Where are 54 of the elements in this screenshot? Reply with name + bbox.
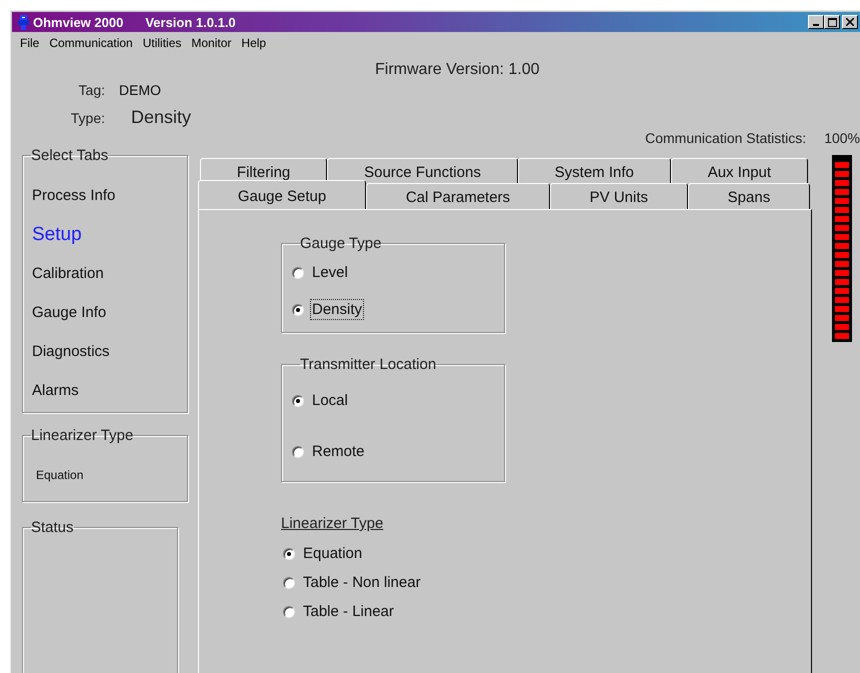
tag-value: DEMO: [119, 82, 161, 98]
tab[interactable]: Gauge Setup: [198, 180, 366, 209]
tab[interactable]: System Info: [518, 158, 671, 184]
close-button[interactable]: [842, 15, 858, 29]
radio-label[interactable]: Local: [310, 390, 350, 411]
tab[interactable]: PV Units: [550, 183, 688, 209]
nav-item[interactable]: Diagnostics: [32, 332, 110, 371]
window-title: Ohmview 2000: [33, 14, 124, 30]
nav-item[interactable]: Process Info: [32, 176, 116, 215]
group-title: Gauge Type: [300, 235, 382, 252]
type-label: Type:: [70, 110, 105, 126]
menu-item[interactable]: Monitor: [186, 36, 236, 50]
group-title: Status: [31, 519, 74, 536]
nav-item[interactable]: Setup: [32, 215, 82, 254]
nav-item[interactable]: Calibration: [32, 254, 104, 293]
radio-button[interactable]: [283, 576, 295, 588]
maximize-icon: [828, 18, 836, 26]
radio-button[interactable]: [292, 304, 304, 316]
radio-button[interactable]: [283, 606, 295, 618]
radio-button[interactable]: [292, 446, 304, 458]
menu-item[interactable]: File: [15, 36, 44, 50]
menu-item[interactable]: Communication: [44, 36, 138, 50]
radio-label[interactable]: Table - Non linear: [301, 572, 423, 593]
minimize-button[interactable]: [808, 15, 824, 29]
radio-label[interactable]: Equation: [301, 543, 364, 564]
tab[interactable]: Aux Input: [670, 158, 808, 184]
version-label: Version 1.0.1.0: [145, 14, 236, 30]
nav-item[interactable]: Alarms: [32, 371, 79, 410]
nav-item[interactable]: Gauge Info: [32, 293, 106, 332]
radio-button[interactable]: [292, 266, 304, 278]
group-title: Transmitter Location: [300, 356, 436, 373]
radio-button[interactable]: [283, 548, 295, 560]
group-title: Select Tabs: [31, 147, 108, 164]
app-icon: [18, 14, 29, 30]
firmware-version: Firmware Version: 1.00: [375, 61, 541, 80]
radio-label[interactable]: Table - Linear: [301, 601, 396, 622]
tab[interactable]: Cal Parameters: [366, 183, 550, 209]
linearizer-value: Equation: [36, 468, 84, 482]
maximize-button[interactable]: [824, 15, 840, 29]
radio-label[interactable]: Density: [310, 299, 364, 320]
radio-button[interactable]: [292, 394, 304, 406]
close-icon: [846, 18, 854, 26]
tag-label: Tag:: [78, 82, 105, 98]
comm-stats-label: Communication Statistics:: [645, 130, 806, 146]
type-value: Density: [131, 107, 192, 128]
radio-label[interactable]: Level: [310, 262, 350, 283]
menu-item[interactable]: Help: [236, 36, 272, 50]
tab[interactable]: Source Functions: [327, 158, 518, 184]
group-title: Linearizer Type: [31, 427, 134, 444]
menu-item[interactable]: Utilities: [138, 36, 186, 50]
section-heading: Linearizer Type: [281, 515, 384, 532]
radio-label[interactable]: Remote: [310, 441, 367, 462]
tab[interactable]: Spans: [688, 183, 810, 209]
comm-stats-value: 100%: [824, 130, 860, 146]
